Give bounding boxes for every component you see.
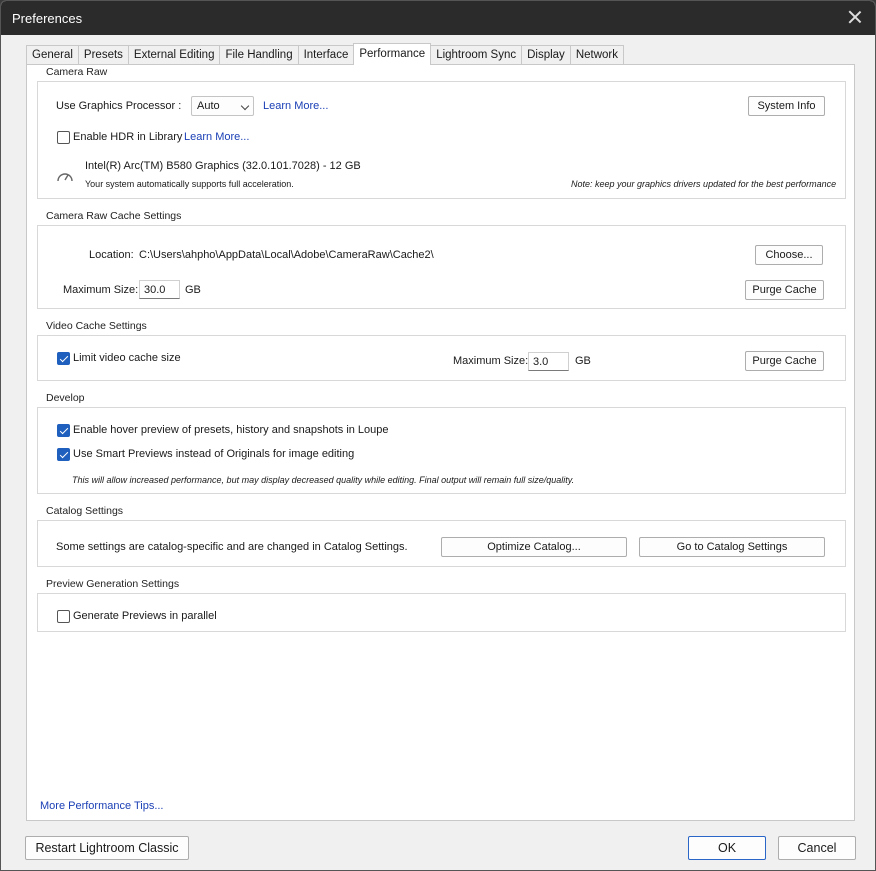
smart-previews-checkbox[interactable] xyxy=(57,448,70,461)
system-info-button[interactable]: System Info xyxy=(748,96,825,116)
tab-display[interactable]: Display xyxy=(521,45,571,65)
cache-settings-title: Camera Raw Cache Settings xyxy=(46,210,182,222)
hdr-label: Enable HDR in Library xyxy=(73,131,183,143)
cancel-button[interactable]: Cancel xyxy=(778,836,856,860)
purge-cache-button[interactable]: Purge Cache xyxy=(745,280,824,300)
choose-location-button[interactable]: Choose... xyxy=(755,245,823,265)
go-to-catalog-settings-button[interactable]: Go to Catalog Settings xyxy=(639,537,825,557)
location-path: C:\Users\ahpho\AppData\Local\Adobe\Camer… xyxy=(139,249,434,261)
smart-previews-label: Use Smart Previews instead of Originals … xyxy=(73,448,355,460)
tab-file-handling[interactable]: File Handling xyxy=(219,45,299,65)
tab-interface[interactable]: Interface xyxy=(297,45,355,65)
performance-tips-link[interactable]: More Performance Tips... xyxy=(40,800,164,812)
tab-external-editing[interactable]: External Editing xyxy=(127,45,221,65)
hover-preview-label: Enable hover preview of presets, history… xyxy=(73,424,389,436)
cache-size-unit: GB xyxy=(185,284,201,296)
gpu-name: Intel(R) Arc(TM) B580 Graphics (32.0.101… xyxy=(85,160,361,172)
optimize-catalog-button[interactable]: Optimize Catalog... xyxy=(441,537,627,557)
tab-presets[interactable]: Presets xyxy=(77,45,129,65)
hdr-checkbox[interactable] xyxy=(57,131,70,144)
acceleration-status: Your system automatically supports full … xyxy=(85,179,294,189)
video-cache-group: Video Cache Settings Limit video cache s… xyxy=(37,320,846,381)
ok-button[interactable]: OK xyxy=(688,836,766,860)
limit-video-cache-checkbox[interactable] xyxy=(57,352,70,365)
tab-general[interactable]: General xyxy=(26,45,79,65)
location-label: Location: xyxy=(89,249,134,261)
hover-preview-checkbox[interactable] xyxy=(57,424,70,437)
video-size-unit: GB xyxy=(575,355,591,367)
performance-panel: Camera Raw Use Graphics Processor : Auto… xyxy=(26,64,855,821)
restart-lightroom-button[interactable]: Restart Lightroom Classic xyxy=(25,836,189,860)
limit-video-cache-label: Limit video cache size xyxy=(73,352,181,364)
preview-generation-group: Preview Generation Settings Generate Pre… xyxy=(37,578,846,632)
tab-lightroom-sync[interactable]: Lightroom Sync xyxy=(430,45,523,65)
develop-title: Develop xyxy=(46,392,85,404)
gpu-select[interactable]: Auto xyxy=(191,96,254,116)
title-bar: Preferences xyxy=(1,1,875,35)
gpu-learn-more-link[interactable]: Learn More... xyxy=(263,100,328,112)
video-cache-title: Video Cache Settings xyxy=(46,320,147,332)
cache-max-size-input[interactable] xyxy=(139,280,180,299)
gpu-select-value: Auto xyxy=(197,100,220,112)
preview-generation-title: Preview Generation Settings xyxy=(46,578,180,590)
chevron-down-icon xyxy=(240,101,250,111)
smart-previews-note: This will allow increased performance, b… xyxy=(72,475,575,485)
catalog-settings-title: Catalog Settings xyxy=(46,505,124,517)
cache-settings-group: Camera Raw Cache Settings Location: C:\U… xyxy=(37,210,846,309)
cache-max-size-label: Maximum Size: xyxy=(63,284,139,296)
purge-video-cache-button[interactable]: Purge Cache xyxy=(745,351,824,371)
close-icon[interactable] xyxy=(845,7,865,27)
gpu-label: Use Graphics Processor : xyxy=(56,100,182,112)
driver-note: Note: keep your graphics drivers updated… xyxy=(571,179,837,189)
catalog-settings-group: Catalog Settings Some settings are catal… xyxy=(37,505,846,567)
parallel-previews-checkbox[interactable] xyxy=(57,610,70,623)
preferences-dialog: Preferences General Presets External Edi… xyxy=(0,0,876,871)
camera-raw-title: Camera Raw xyxy=(46,66,108,78)
hdr-learn-more-link[interactable]: Learn More... xyxy=(184,131,249,143)
video-max-size-input[interactable] xyxy=(528,352,569,371)
catalog-settings-text: Some settings are catalog-specific and a… xyxy=(56,541,408,553)
parallel-previews-label: Generate Previews in parallel xyxy=(73,610,217,622)
tab-performance[interactable]: Performance xyxy=(353,43,432,65)
video-max-size-label: Maximum Size: xyxy=(453,355,529,367)
window-title: Preferences xyxy=(12,11,83,26)
tab-network[interactable]: Network xyxy=(569,45,624,65)
gauge-icon xyxy=(57,173,73,182)
camera-raw-group: Camera Raw Use Graphics Processor : Auto… xyxy=(37,66,846,199)
develop-group: Develop Enable hover preview of presets,… xyxy=(37,392,846,494)
tab-bar: General Presets External Editing File Ha… xyxy=(26,43,624,65)
